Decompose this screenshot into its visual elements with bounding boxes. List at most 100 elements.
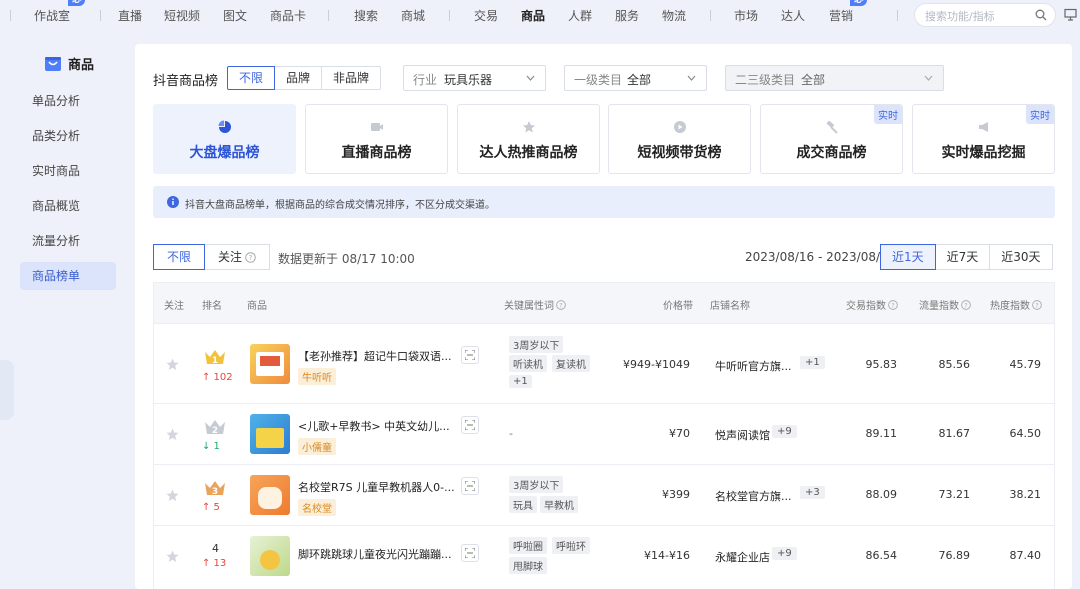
star-icon[interactable] [166,550,179,563]
sidebar-item-traffic[interactable]: 流量分析 [20,227,116,255]
svg-text:?: ? [559,302,562,309]
card-talent[interactable]: 达人热推商品榜 [457,104,600,174]
industry-label: 行业 [413,73,438,87]
sidebar-item-realtime[interactable]: 实时商品 [20,157,116,185]
card-live[interactable]: 直播商品榜 [305,104,448,174]
star-icon[interactable] [166,428,179,441]
card-label: 大盘爆品榜 [189,145,260,161]
product-thumbnail[interactable] [250,344,290,384]
rank-number: 1 [212,356,218,366]
follow-filter-followed[interactable]: 关注 ? [204,244,271,270]
product-name[interactable]: 名校堂R7S 儿童早教机器人0-... [298,479,458,495]
star-icon[interactable] [166,358,179,371]
search-input[interactable]: 搜索功能/指标 [914,3,1056,27]
period-7-days[interactable]: 近7天 [934,244,991,270]
period-30-days[interactable]: 近30天 [989,244,1053,270]
shop-more-tag[interactable]: +9 [772,547,797,560]
nav-item-live[interactable]: 直播 [118,7,142,24]
scan-button[interactable] [461,544,479,562]
shop-more-tag[interactable]: +3 [800,486,825,499]
scan-icon [465,350,475,360]
shop-more-tag[interactable]: +9 [772,425,797,438]
crown-star-icon [523,121,535,133]
question-circle-icon[interactable]: ? [888,299,898,310]
shop-name[interactable]: 永耀企业店 [715,549,770,565]
product-thumbnail[interactable] [250,536,290,576]
nav-item-mall[interactable]: 商城 [401,7,425,24]
category1-value: 全部 [627,73,652,87]
product-name[interactable]: 【老孙推荐】超记牛口袋双语... [298,348,458,364]
nav-item-trade[interactable]: 交易 [474,7,498,24]
search-icon[interactable] [1035,9,1047,21]
card-deal[interactable]: 成交商品榜 实时 [760,104,903,174]
question-circle-icon[interactable]: ? [556,299,566,310]
product-name[interactable]: <儿歌+早教书> 中英文幼儿... [298,418,458,434]
card-label: 成交商品榜 [796,145,867,161]
sidebar-item-single-product[interactable]: 单品分析 [20,87,116,115]
product-thumbnail[interactable] [250,475,290,515]
data-updated-time: 数据更新于 08/17 10:00 [278,252,415,266]
attribute-tag: 3周岁以下 [509,336,564,353]
period-1-day[interactable]: 近1天 [880,244,936,270]
table-row[interactable]: 4 ↑ 13 脚环跳跳球儿童夜光闪光蹦蹦... 呼啦圈 呼啦环 甩脚球 ¥14-… [154,525,1054,589]
card-realtime-mining[interactable]: 实时爆品挖掘 实时 [912,104,1055,174]
hammer-icon [826,120,838,134]
industry-select[interactable]: 行业 玩具乐器 [403,65,546,91]
realtime-badge: 实时 [874,105,902,124]
table-row[interactable]: 2 ↓ 1 <儿歌+早教书> 中英文幼儿... 小儒童 - ¥70 悦声阅读馆 … [154,403,1054,464]
table-row[interactable]: 3 ↑ 5 名校堂R7S 儿童早教机器人0-... 名校堂 3周岁以下 玩具 早… [154,464,1054,525]
shop-name[interactable]: 悦声阅读馆 [715,427,770,443]
nav-item-search[interactable]: 搜索 [354,7,378,24]
category1-select[interactable]: 一级类目 全部 [564,65,707,91]
nav-item-talent[interactable]: 达人 [781,7,805,24]
monitor-icon[interactable] [1064,8,1077,21]
sidebar-item-category[interactable]: 品类分析 [20,122,116,150]
brand-filter-all[interactable]: 不限 [227,66,276,90]
nav-item-product-card[interactable]: 商品卡 [270,7,306,24]
price-range: ¥399 [662,488,690,501]
heat-index: 45.79 [1009,358,1042,371]
star-icon[interactable] [166,489,179,502]
scan-button[interactable] [461,416,479,434]
shop-name[interactable]: 牛听听官方旗... [715,358,792,374]
trade-index: 86.54 [865,549,898,562]
sidebar-item-overview[interactable]: 商品概览 [20,192,116,220]
nav-item-market[interactable]: 市场 [734,7,758,24]
question-circle-icon[interactable]: ? [1032,299,1042,310]
card-market-hot[interactable]: 大盘爆品榜 [153,104,296,174]
nav-item-logistics[interactable]: 物流 [662,7,686,24]
attribute-tag-more[interactable]: +1 [509,375,532,388]
brand-filter-non-brand[interactable]: 非品牌 [321,66,382,90]
col-trade-label: 交易指数 [846,301,886,312]
trade-index: 89.11 [865,427,898,440]
sidebar: 商品 单品分析 品类分析 实时商品 商品概览 流量分析 商品榜单 [0,30,135,589]
nav-item-product[interactable]: 商品 [521,7,545,24]
top-nav: 作战室 必 直播 短视频 图文 商品卡 搜索 商城 交易 商品 人群 服务 物流… [0,0,1080,30]
follow-filter-all[interactable]: 不限 [153,244,206,270]
card-label: 短视频带货榜 [637,145,722,161]
product-thumbnail[interactable] [250,414,290,454]
scan-button[interactable] [461,477,479,495]
nav-item-audience[interactable]: 人群 [568,7,592,24]
search-placeholder: 搜索功能/指标 [925,10,995,23]
shop-more-tag[interactable]: +1 [800,356,825,369]
product-name[interactable]: 脚环跳跳球儿童夜光闪光蹦蹦... [298,546,458,562]
nav-item-short-video[interactable]: 短视频 [164,7,200,24]
nav-item-marketing[interactable]: 营销 [829,7,853,24]
nav-item-image-text[interactable]: 图文 [223,7,247,24]
nav-item-service[interactable]: 服务 [615,7,639,24]
table-row[interactable]: 1 ↑ 102 【老孙推荐】超记牛口袋双语... 牛听听 3周岁以下 听读机 复… [154,323,1054,403]
scan-button[interactable] [461,346,479,364]
sidebar-collapse-handle[interactable] [0,360,14,420]
category1-label: 一级类目 [574,73,623,87]
attribute-tag: 甩脚球 [509,557,547,574]
date-range[interactable]: 2023/08/16 - 2023/08/16 [745,250,895,264]
question-circle-icon[interactable]: ? [961,299,971,310]
shop-name[interactable]: 名校堂官方旗... [715,488,792,504]
nav-separator [100,10,101,21]
brand-filter-brand[interactable]: 品牌 [274,66,323,90]
sidebar-item-rankings[interactable]: 商品榜单 [20,262,116,290]
question-circle-icon[interactable]: ? [245,251,256,263]
nav-item-war-room[interactable]: 作战室 [34,7,70,24]
card-short-video[interactable]: 短视频带货榜 [608,104,751,174]
